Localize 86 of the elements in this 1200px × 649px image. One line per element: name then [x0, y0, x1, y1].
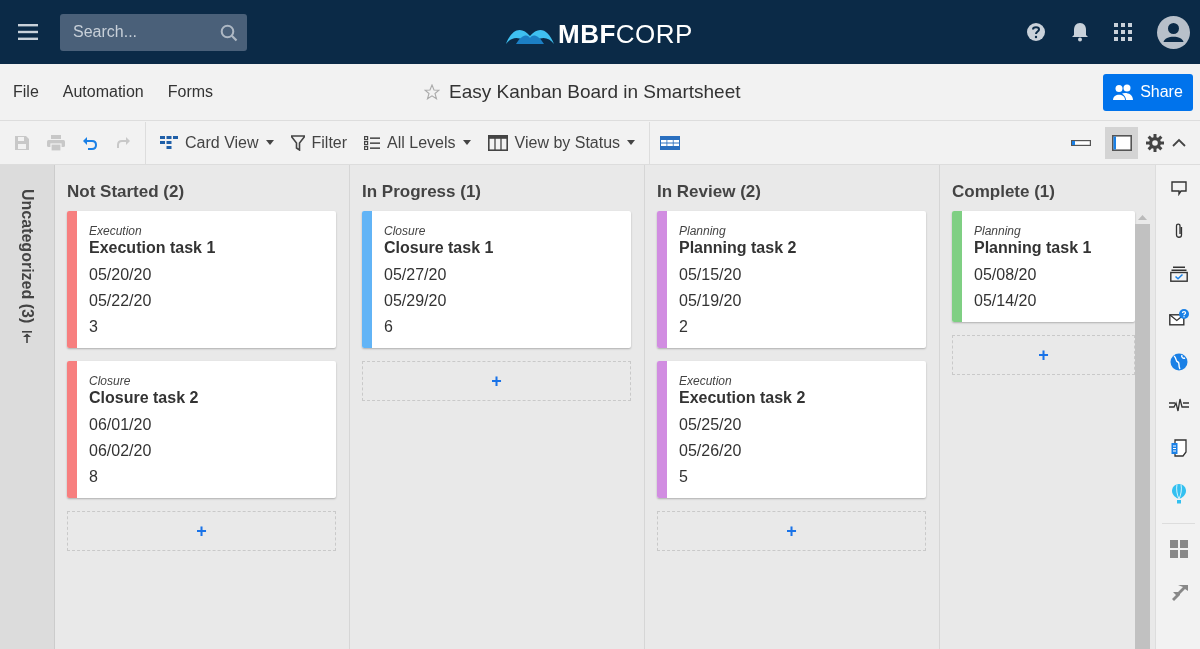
list-icon	[364, 135, 381, 150]
share-button[interactable]: Share	[1103, 73, 1193, 111]
document-icon[interactable]	[1170, 439, 1187, 457]
caret-icon	[627, 140, 636, 145]
apps-grid-icon[interactable]	[1114, 23, 1132, 41]
task-card[interactable]: Closure Closure task 2 06/01/20 06/02/20 8	[67, 361, 336, 498]
help-icon[interactable]	[1026, 22, 1046, 42]
card-field: 6	[384, 314, 494, 340]
card-title: Planning task 2	[679, 238, 797, 258]
logo-text: MBFCORP	[558, 19, 693, 50]
card-field: 05/25/20	[679, 412, 806, 438]
dashboard-grid-icon[interactable]	[1169, 540, 1188, 558]
card-category: Execution	[679, 374, 733, 388]
card-category: Planning	[679, 224, 727, 238]
add-card-button[interactable]: +	[67, 511, 336, 551]
column-title: Not Started (2)	[67, 181, 186, 203]
card-view-dropdown[interactable]: Card View	[160, 133, 274, 152]
star-icon[interactable]	[424, 84, 440, 100]
lane-label: Uncategorized (3)	[18, 189, 36, 324]
inbox-check-icon[interactable]	[1169, 266, 1188, 282]
menu-item[interactable]: Automation	[50, 79, 156, 105]
task-card[interactable]: Closure Closure task 1 05/27/20 05/29/20 6	[362, 211, 631, 348]
card-field: 05/27/20	[384, 262, 494, 288]
card-title: Execution task 2	[679, 388, 806, 408]
mail-question-icon[interactable]	[1168, 309, 1189, 326]
card-view-icon	[160, 135, 178, 150]
column-title: Complete (1)	[952, 181, 1056, 203]
card-field: 06/01/20	[89, 412, 199, 438]
card-category: Planning	[974, 224, 1022, 238]
card-field: 3	[89, 314, 216, 340]
card-category: Closure	[89, 374, 132, 388]
sheet-title: Easy Kanban Board in Smartsheet	[449, 81, 741, 103]
task-card[interactable]: Planning Planning task 2 05/15/20 05/19/20 2	[657, 211, 926, 348]
card-field: 05/08/20	[974, 262, 1092, 288]
card-title: Planning task 1	[974, 238, 1092, 258]
collapse-icon[interactable]	[1172, 138, 1186, 147]
card-field: 05/14/20	[974, 288, 1092, 314]
search-field[interactable]: Search...	[60, 13, 247, 51]
task-card[interactable]: Execution Execution task 1 05/20/20 05/22/20 3	[67, 211, 336, 348]
card-title: Closure task 2	[89, 388, 199, 408]
card-field: 05/29/20	[384, 288, 494, 314]
people-icon	[1113, 84, 1134, 100]
card-field: 06/02/20	[89, 438, 199, 464]
columns-icon	[487, 134, 508, 151]
filter-button[interactable]: Filter	[290, 133, 348, 152]
uncategorized-lane[interactable]: Uncategorized (3)	[0, 165, 55, 649]
add-card-button[interactable]: +	[657, 511, 926, 551]
expand-arrow-icon	[22, 331, 32, 344]
card-category: Closure	[384, 224, 427, 238]
menu-icon[interactable]	[18, 24, 38, 40]
grid-view-icon[interactable]	[660, 135, 681, 150]
comment-icon[interactable]	[1170, 181, 1187, 196]
card-field: 05/26/20	[679, 438, 806, 464]
column-title: In Review (2)	[657, 181, 762, 203]
card-field: 5	[679, 464, 806, 490]
card-field: 2	[679, 314, 797, 340]
card-title: Closure task 1	[384, 238, 494, 258]
search-icon[interactable]	[220, 23, 238, 42]
activity-icon[interactable]	[1168, 398, 1189, 412]
bell-icon[interactable]	[1071, 22, 1089, 42]
full-layout-toggle[interactable]	[1105, 126, 1138, 159]
globe-icon[interactable]	[1169, 353, 1188, 371]
group-by-dropdown[interactable]: View by Status	[487, 133, 636, 152]
paperclip-icon[interactable]	[1173, 223, 1184, 239]
card-title: Execution task 1	[89, 238, 216, 258]
card-field: 05/20/20	[89, 262, 216, 288]
card-field: 8	[89, 464, 199, 490]
card-field: 05/22/20	[89, 288, 216, 314]
card-category: Execution	[89, 224, 143, 238]
settings-icon[interactable]	[1146, 133, 1164, 152]
undo-icon[interactable]	[82, 135, 98, 150]
menu-item[interactable]: Forms	[155, 79, 226, 105]
caret-icon	[265, 140, 274, 145]
task-card[interactable]: Planning Planning task 1 05/08/20 05/14/20	[952, 211, 1135, 322]
menu-item[interactable]: File	[1, 79, 51, 105]
avatar-icon[interactable]	[1157, 15, 1190, 49]
compact-layout-icon	[1070, 139, 1091, 146]
card-field: 05/15/20	[679, 262, 797, 288]
levels-dropdown[interactable]: All Levels	[364, 133, 471, 152]
filter-icon	[290, 134, 305, 151]
panel-layout-icon	[1111, 134, 1132, 151]
caret-icon	[462, 140, 471, 145]
card-field: 05/19/20	[679, 288, 797, 314]
column-title: In Progress (1)	[362, 181, 483, 203]
task-card[interactable]: Execution Execution task 2 05/25/20 05/26/20 5	[657, 361, 926, 498]
add-card-button[interactable]: +	[362, 361, 631, 401]
